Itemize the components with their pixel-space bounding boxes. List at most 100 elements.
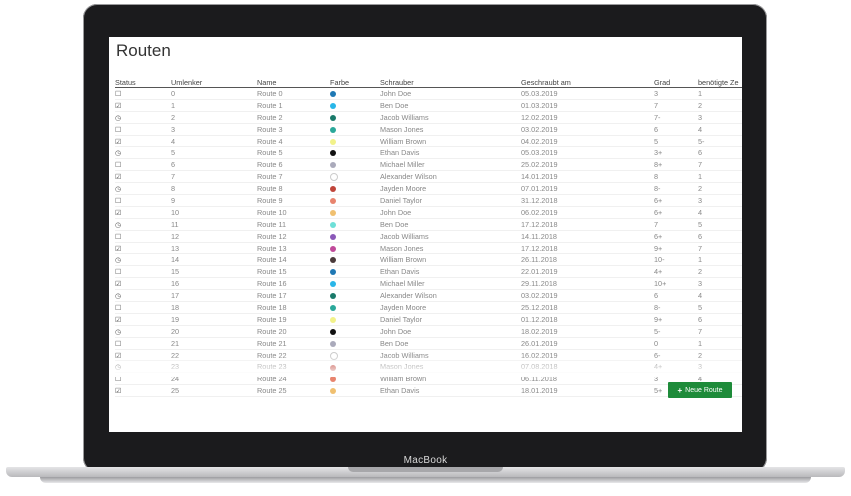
- checkbox-checked-icon[interactable]: ☑: [115, 103, 122, 110]
- table-row[interactable]: ☐ 0 Route 0 John Doe 05.03.2019 3 1: [115, 87, 742, 100]
- table-row[interactable]: ☐ 18 Route 18 Jayden Moore 25.12.2018 8- 5: [115, 301, 742, 314]
- clock-icon[interactable]: ◷: [115, 364, 122, 371]
- checkbox-checked-icon[interactable]: ☑: [115, 210, 122, 217]
- clock-icon[interactable]: ◷: [115, 150, 122, 157]
- column-header[interactable]: Name: [257, 78, 330, 88]
- umlenker-cell: 1: [171, 99, 257, 112]
- umlenker-cell: 5: [171, 146, 257, 160]
- table-row[interactable]: ☑ 13 Route 13 Mason Jones 17.12.2018 9+ 7: [115, 242, 742, 255]
- checkbox-empty-icon[interactable]: ☐: [115, 162, 122, 169]
- grade-cell: 7: [654, 218, 698, 231]
- color-cell: [330, 360, 380, 374]
- table-row[interactable]: ☐ 21 Route 21 Ben Doe 26.01.2019 0 1: [115, 337, 742, 350]
- date-cell: 26.11.2018: [521, 253, 654, 267]
- color-cell: [330, 170, 380, 184]
- grade-cell: 0: [654, 337, 698, 350]
- color-cell: [330, 337, 380, 350]
- status-cell: ☑: [115, 99, 171, 112]
- table-row[interactable]: ☑ 19 Route 19 Daniel Taylor 01.12.2018 9+ 6: [115, 313, 742, 326]
- color-swatch: [330, 257, 336, 264]
- schrauber-cell: Jayden Moore: [380, 182, 521, 196]
- checkbox-empty-icon[interactable]: ☐: [115, 198, 122, 205]
- time-needed-cell: 7: [698, 325, 742, 338]
- checkbox-empty-icon[interactable]: ☐: [115, 376, 122, 383]
- table-row[interactable]: ☑ 1 Route 1 Ben Doe 01.03.2019 7 2: [115, 99, 742, 112]
- umlenker-cell: 12: [171, 230, 257, 243]
- table-row[interactable]: ◷ 20 Route 20 John Doe 18.02.2019 5- 7: [115, 325, 742, 338]
- table-row[interactable]: ☐ 3 Route 3 Mason Jones 03.02.2019 6 4: [115, 123, 742, 136]
- route-name-cell: Route 2: [257, 111, 330, 124]
- table-row[interactable]: ◷ 8 Route 8 Jayden Moore 07.01.2019 8- 2: [115, 182, 742, 196]
- checkbox-checked-icon[interactable]: ☑: [115, 281, 122, 288]
- umlenker-cell: 17: [171, 289, 257, 303]
- new-route-button[interactable]: + Neue Route: [668, 382, 732, 398]
- table-row[interactable]: ☑ 10 Route 10 John Doe 06.02.2019 6+ 4: [115, 206, 742, 219]
- date-cell: 14.11.2018: [521, 230, 654, 243]
- umlenker-cell: 15: [171, 265, 257, 279]
- column-header[interactable]: Geschraubt am: [521, 78, 654, 88]
- table-row[interactable]: ◷ 11 Route 11 Ben Doe 17.12.2018 7 5: [115, 218, 742, 231]
- clock-icon[interactable]: ◷: [115, 186, 122, 193]
- date-cell: 31.12.2018: [521, 194, 654, 207]
- route-name-cell: Route 4: [257, 135, 330, 148]
- checkbox-empty-icon[interactable]: ☐: [115, 127, 122, 134]
- column-header[interactable]: Farbe: [330, 78, 380, 88]
- umlenker-cell: 9: [171, 194, 257, 207]
- date-cell: 16.02.2019: [521, 349, 654, 362]
- table-row[interactable]: ☐ 24 Route 24 William Brown 06.11.2018 3 4: [115, 372, 742, 386]
- time-needed-cell: 4: [698, 289, 742, 303]
- table-row[interactable]: ☑25Route 25Ethan Davis18.01.20195+5: [115, 384, 742, 398]
- color-cell: [330, 242, 380, 255]
- clock-icon[interactable]: ◷: [115, 293, 122, 300]
- column-header[interactable]: Grad: [654, 78, 698, 88]
- table-row[interactable]: ◷ 14 Route 14 William Brown 26.11.2018 10- 1: [115, 253, 742, 267]
- table-row[interactable]: ☑ 22 Route 22 Jacob Williams 16.02.2019 6- 2: [115, 349, 742, 362]
- column-header[interactable]: Status: [115, 78, 171, 88]
- date-cell: 18.02.2019: [521, 325, 654, 338]
- grade-cell: 8-: [654, 301, 698, 314]
- date-cell: 01.03.2019: [521, 99, 654, 112]
- table-row[interactable]: ☑ 16 Route 16 Michael Miller 29.11.2018 10+ 3: [115, 277, 742, 291]
- route-name-cell: Route 3: [257, 123, 330, 136]
- checkbox-empty-icon[interactable]: ☐: [115, 305, 122, 312]
- color-cell: [330, 135, 380, 148]
- checkbox-checked-icon[interactable]: ☑: [115, 317, 122, 324]
- color-cell: [330, 325, 380, 338]
- color-swatch: [330, 269, 336, 276]
- column-header[interactable]: Umlenker: [171, 78, 257, 88]
- table-row[interactable]: ◷ 2 Route 2 Jacob Williams 12.02.2019 7- 3: [115, 111, 742, 124]
- table-row[interactable]: ☐ 9 Route 9 Daniel Taylor 31.12.2018 6+ 3: [115, 194, 742, 207]
- column-header[interactable]: Schrauber: [380, 78, 521, 88]
- clock-icon[interactable]: ◷: [115, 222, 122, 229]
- checkbox-empty-icon[interactable]: ☐: [115, 341, 122, 348]
- checkbox-empty-icon[interactable]: ☐: [115, 234, 122, 241]
- table-row[interactable]: ☐ 12 Route 12 Jacob Williams 14.11.2018 6+ 6: [115, 230, 742, 243]
- table-row[interactable]: ◷ 5 Route 5 Ethan Davis 05.03.2019 3+ 6: [115, 146, 742, 160]
- table-row[interactable]: ◷ 23 Route 23 Mason Jones 07.08.2018 4+ 3: [115, 360, 742, 374]
- checkbox-checked-icon[interactable]: ☑: [115, 388, 122, 395]
- table-row[interactable]: ☑ 7 Route 7 Alexander Wilson 14.01.2019 8 1: [115, 170, 742, 184]
- umlenker-cell: 6: [171, 158, 257, 172]
- checkbox-empty-icon[interactable]: ☐: [115, 91, 122, 98]
- grade-cell: 5: [654, 135, 698, 148]
- checkbox-checked-icon[interactable]: ☑: [115, 174, 122, 181]
- column-header[interactable]: benötigte Ze: [698, 78, 742, 88]
- color-swatch: [330, 351, 338, 360]
- table-row[interactable]: ☑ 4 Route 4 William Brown 04.02.2019 5 5-: [115, 135, 742, 148]
- umlenker-cell: 18: [171, 301, 257, 314]
- checkbox-empty-icon[interactable]: ☐: [115, 269, 122, 276]
- table-row[interactable]: ☐ 6 Route 6 Michael Miller 25.02.2019 8+ 7: [115, 158, 742, 172]
- clock-icon[interactable]: ◷: [115, 329, 122, 336]
- time-needed-cell: 7: [698, 158, 742, 172]
- clock-icon[interactable]: ◷: [115, 257, 122, 264]
- checkbox-checked-icon[interactable]: ☑: [115, 246, 122, 253]
- clock-icon[interactable]: ◷: [115, 115, 122, 122]
- grade-cell: 6+: [654, 194, 698, 207]
- table-row[interactable]: ☐ 15 Route 15 Ethan Davis 22.01.2019 4+ 2: [115, 265, 742, 279]
- grade-cell: 5-: [654, 325, 698, 338]
- color-cell: [330, 158, 380, 172]
- color-cell: [330, 265, 380, 279]
- checkbox-checked-icon[interactable]: ☑: [115, 353, 122, 360]
- checkbox-checked-icon[interactable]: ☑: [115, 139, 122, 146]
- table-row[interactable]: ◷ 17 Route 17 Alexander Wilson 03.02.2019 6 4: [115, 289, 742, 303]
